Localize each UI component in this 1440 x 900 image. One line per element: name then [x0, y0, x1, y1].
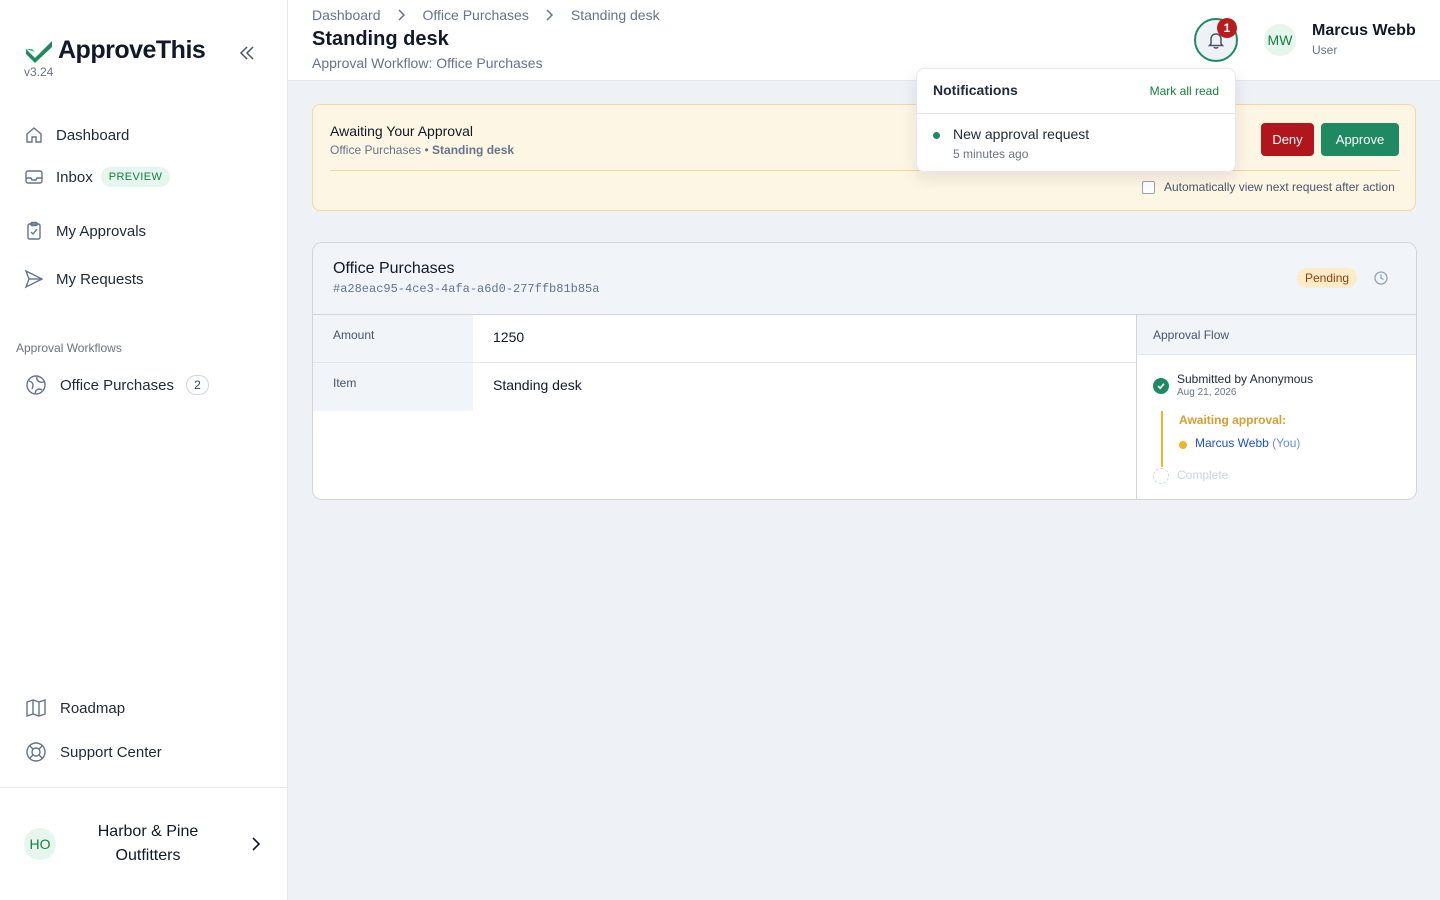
await-workflow: Office Purchases: [330, 143, 422, 157]
sidebar-item-my-requests[interactable]: My Requests: [24, 269, 144, 289]
user-name[interactable]: Marcus Webb: [1312, 22, 1416, 40]
notification-count-badge: 1: [1217, 18, 1237, 38]
sidebar-workflow-office-purchases[interactable]: Office Purchases 2: [24, 373, 209, 397]
clipboard-check-icon: [24, 221, 44, 241]
flow-approver: Marcus Webb (You): [1195, 436, 1300, 450]
organization-switcher[interactable]: HO Harbor & Pine Outfitters: [24, 820, 264, 868]
inbox-icon: [24, 167, 44, 187]
preview-badge: PREVIEW: [100, 167, 171, 187]
awaiting-approval-card: Awaiting Your Approval Office Purchases …: [312, 104, 1416, 211]
flow-awaiting-label: Awaiting approval:: [1179, 413, 1287, 427]
flow-submitted-date: Aug 21, 2026: [1177, 387, 1237, 398]
mark-all-read-link[interactable]: Mark all read: [1150, 84, 1219, 98]
logo-check-icon: [26, 40, 52, 63]
field-value: Standing desk: [493, 377, 582, 393]
map-icon: [24, 696, 48, 720]
status-badge: Pending: [1297, 268, 1358, 288]
breadcrumb: Dashboard Office Purchases Standing desk: [312, 7, 660, 23]
page-subtitle: Approval Workflow: Office Purchases: [312, 55, 543, 71]
org-name: Harbor & Pine Outfitters: [97, 823, 199, 864]
request-workflow-title: Office Purchases: [333, 260, 455, 277]
sidebar-item-label: Roadmap: [60, 699, 126, 717]
await-separator: •: [421, 143, 433, 157]
deny-button[interactable]: Deny: [1261, 123, 1314, 156]
lifebuoy-icon: [24, 740, 48, 764]
sidebar-item-label: Support Center: [60, 743, 162, 761]
sidebar-item-label: Office Purchases: [60, 376, 174, 394]
chevron-right-icon: [252, 837, 261, 851]
app-version: v3.24: [24, 65, 54, 79]
field-row-amount: Amount 1250: [313, 315, 1136, 363]
workflows-section-label: Approval Workflows: [16, 341, 122, 355]
sidebar-divider: [0, 787, 287, 788]
breadcrumb-workflow[interactable]: Office Purchases: [423, 7, 529, 23]
sidebar: ApproveThis v3.24 Dashboard Inbox PREVIE…: [0, 0, 288, 900]
clock-icon[interactable]: [1373, 270, 1389, 286]
approver-name: Marcus Webb: [1195, 436, 1269, 450]
notifications-divider: [917, 113, 1235, 114]
auto-next-checkbox[interactable]: Automatically view next request after ac…: [1142, 180, 1395, 194]
notification-item-time: 5 minutes ago: [953, 147, 1029, 161]
unread-dot-icon: [933, 132, 940, 139]
flow-submitted-by: Submitted by Anonymous: [1177, 372, 1314, 386]
sidebar-item-inbox[interactable]: Inbox PREVIEW: [24, 167, 171, 187]
request-header: Office Purchases #a28eac95-4ce3-4afa-a6d…: [313, 243, 1416, 315]
approve-button[interactable]: Approve: [1321, 123, 1399, 156]
sidebar-item-label: My Requests: [56, 270, 144, 288]
globe-icon: [24, 373, 48, 397]
approver-you: (You): [1272, 436, 1301, 450]
sidebar-item-roadmap[interactable]: Roadmap: [24, 696, 125, 720]
collapse-sidebar-button[interactable]: [234, 40, 260, 66]
breadcrumb-dashboard[interactable]: Dashboard: [312, 7, 381, 23]
double-chevron-left-icon: [239, 46, 254, 60]
request-card: Office Purchases #a28eac95-4ce3-4afa-a6d…: [312, 242, 1417, 500]
flow-timeline-line: [1161, 411, 1163, 467]
await-item: Standing desk: [432, 143, 515, 157]
request-id: #a28eac95-4ce3-4afa-a6d0-277ffb81b85a: [333, 282, 600, 296]
chevron-right-icon: [545, 9, 557, 21]
home-icon: [24, 125, 44, 145]
chevron-right-icon: [397, 9, 409, 21]
dashed-circle-icon: [1153, 468, 1169, 484]
user-role: User: [1312, 43, 1338, 57]
sidebar-item-support-center[interactable]: Support Center: [24, 740, 162, 764]
notification-item-title[interactable]: New approval request: [953, 126, 1089, 142]
notifications-title: Notifications: [933, 82, 1018, 98]
app-name: ApproveThis: [58, 36, 206, 64]
approval-flow-panel: Approval Flow Submitted by Anonymous Aug…: [1136, 315, 1416, 499]
checkbox-box[interactable]: [1142, 180, 1155, 194]
approval-flow-header: Approval Flow: [1137, 315, 1416, 355]
field-label: Item: [313, 363, 473, 411]
send-icon: [24, 269, 44, 289]
check-circle-icon: [1153, 378, 1169, 394]
breadcrumb-current[interactable]: Standing desk: [571, 7, 660, 23]
workflow-count-badge: 2: [185, 375, 209, 395]
sidebar-item-dashboard[interactable]: Dashboard: [24, 125, 129, 145]
user-avatar[interactable]: MW: [1264, 24, 1296, 56]
pending-dot-icon: [1179, 441, 1187, 449]
await-divider: [330, 170, 1400, 171]
approval-flow-title: Approval Flow: [1153, 328, 1230, 342]
sidebar-item-label: Inbox: [56, 168, 93, 186]
auto-next-label: Automatically view next request after ac…: [1164, 180, 1395, 194]
await-subtitle: Office Purchases • Standing desk: [330, 143, 514, 157]
notifications-popover: Notifications Mark all read New approval…: [916, 68, 1236, 172]
sidebar-item-label: Dashboard: [56, 126, 130, 144]
flow-complete-label: Complete: [1177, 468, 1229, 482]
field-value: 1250: [493, 329, 525, 345]
sidebar-item-my-approvals[interactable]: My Approvals: [24, 221, 146, 241]
field-label: Amount: [313, 315, 473, 363]
field-row-item: Item Standing desk: [313, 363, 1136, 411]
page-title: Standing desk: [312, 28, 449, 50]
page-header: Dashboard Office Purchases Standing desk…: [288, 0, 1440, 81]
await-title: Awaiting Your Approval: [330, 123, 473, 139]
sidebar-item-label: My Approvals: [56, 222, 147, 240]
app-logo[interactable]: ApproveThis: [24, 36, 206, 65]
org-avatar: HO: [24, 828, 56, 860]
